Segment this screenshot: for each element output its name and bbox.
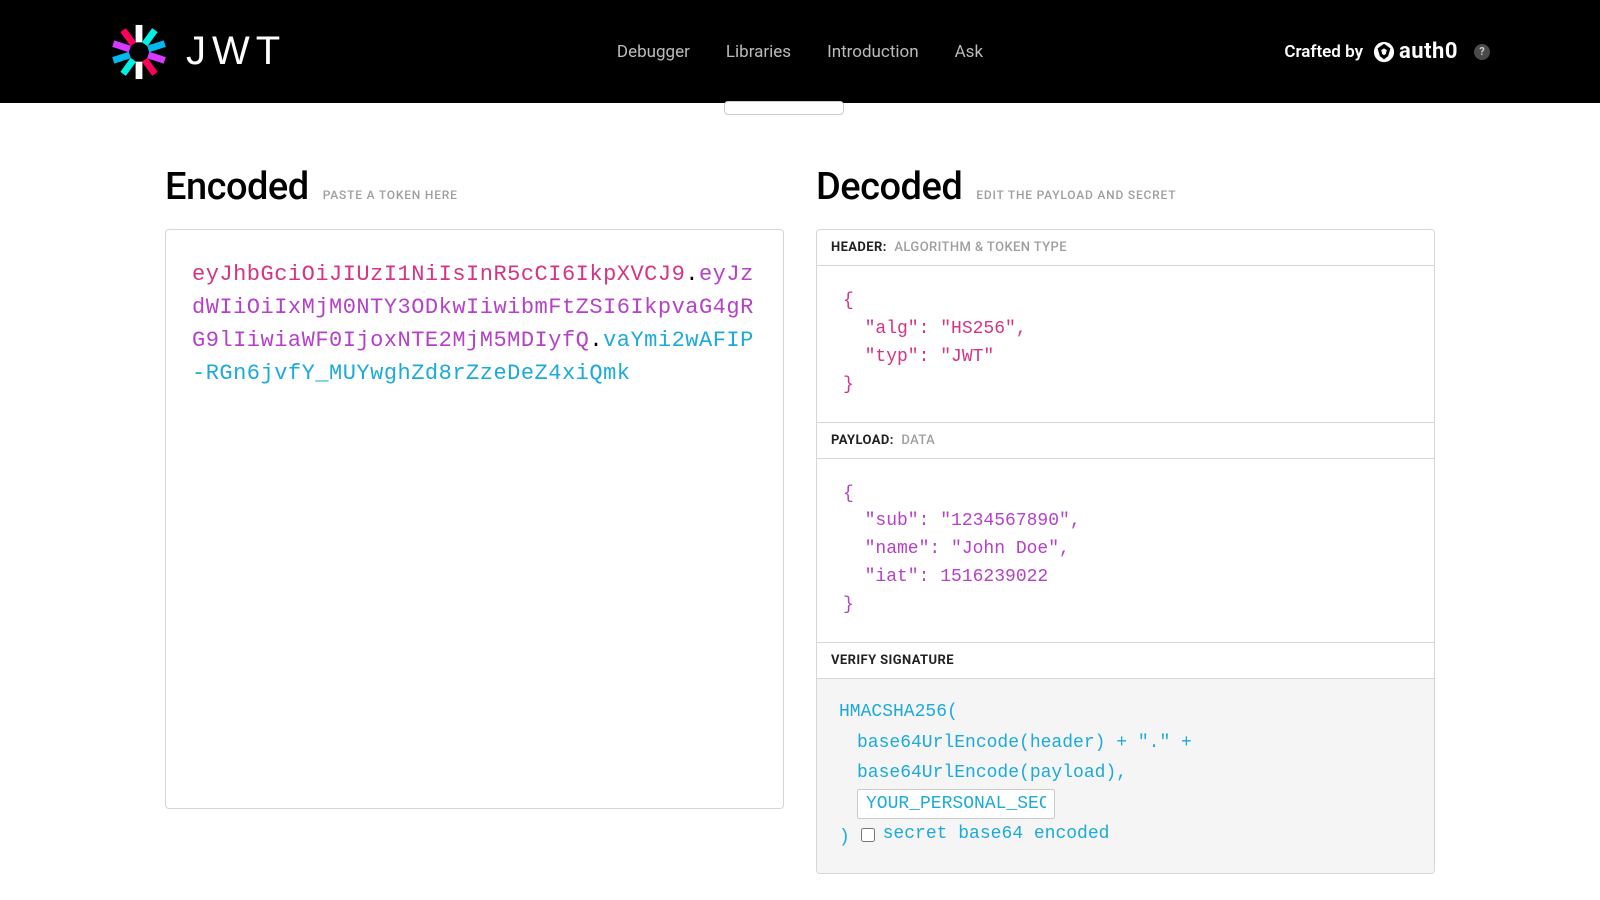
header-json-editor[interactable]: { "alg": "HS256", "typ": "JWT" }: [817, 266, 1434, 422]
payload-label: PAYLOAD:: [831, 433, 894, 448]
jwt-logo-icon: [110, 23, 168, 81]
secret-input[interactable]: [857, 789, 1055, 819]
auth0-shield-icon: [1373, 41, 1395, 63]
decoded-subtitle: EDIT THE PAYLOAD AND SECRET: [976, 188, 1176, 202]
nav-ask[interactable]: Ask: [955, 42, 983, 62]
signature-label: VERIFY SIGNATURE: [831, 653, 954, 668]
signature-section-head: VERIFY SIGNATURE: [817, 642, 1434, 679]
encoded-subtitle: PASTE A TOKEN HERE: [323, 188, 458, 202]
encoded-token-input[interactable]: eyJhbGciOiJIUzI1NiIsInR5cCI6IkpXVCJ9.eyJ…: [165, 229, 784, 809]
decoded-panel: Decoded EDIT THE PAYLOAD AND SECRET HEAD…: [816, 165, 1435, 874]
payload-json-editor[interactable]: { "sub": "1234567890", "name": "John Doe…: [817, 459, 1434, 642]
auth0-word: auth0: [1399, 39, 1458, 64]
sig-line-1: base64UrlEncode(header) + "." +: [839, 728, 1412, 759]
encoded-panel: Encoded PASTE A TOKEN HERE eyJhbGciOiJIU…: [165, 165, 784, 874]
header-label: HEADER:: [831, 240, 887, 255]
payload-hint: DATA: [901, 433, 935, 448]
topbar: JWT Debugger Libraries Introduction Ask …: [0, 0, 1600, 103]
logo[interactable]: JWT: [110, 23, 286, 81]
sig-line-2: base64UrlEncode(payload),: [839, 758, 1412, 789]
token-header-segment: eyJhbGciOiJIUzI1NiIsInR5cCI6IkpXVCJ9: [192, 262, 685, 287]
jwt-logo-text: JWT: [186, 29, 286, 74]
crafted-label: Crafted by: [1284, 42, 1363, 62]
decoded-title: Decoded: [816, 165, 962, 209]
secret-base64-label: secret base64 encoded: [883, 819, 1110, 850]
sig-fn-open: HMACSHA256(: [839, 697, 1412, 728]
nav-debugger[interactable]: Debugger: [617, 42, 690, 62]
help-icon[interactable]: ?: [1474, 44, 1490, 60]
payload-section-head: PAYLOAD: DATA: [817, 422, 1434, 459]
algorithm-bar: [0, 103, 1600, 117]
secret-base64-checkbox[interactable]: [861, 828, 875, 842]
encoded-title: Encoded: [165, 165, 309, 209]
auth0-logo: auth0: [1373, 39, 1458, 64]
nav-introduction[interactable]: Introduction: [827, 42, 919, 62]
sig-fn-close: ): [839, 828, 850, 848]
main-nav: Debugger Libraries Introduction Ask: [617, 42, 983, 62]
signature-body: HMACSHA256( base64UrlEncode(header) + ".…: [817, 679, 1434, 873]
header-section-head: HEADER: ALGORITHM & TOKEN TYPE: [817, 230, 1434, 266]
crafted-by[interactable]: Crafted by auth0 ?: [1284, 39, 1490, 64]
header-hint: ALGORITHM & TOKEN TYPE: [894, 240, 1067, 255]
algorithm-select[interactable]: [724, 101, 844, 115]
nav-libraries[interactable]: Libraries: [726, 42, 791, 62]
